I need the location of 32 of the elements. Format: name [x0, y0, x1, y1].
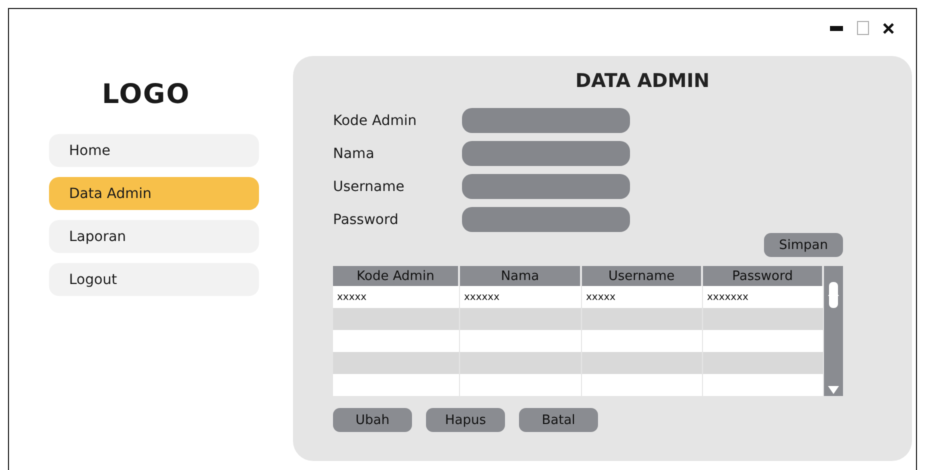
field-label: Kode Admin: [333, 112, 418, 128]
sidebar-item[interactable]: Laporan: [49, 220, 259, 253]
input-field[interactable]: [462, 207, 630, 232]
table-cell: xxxxx: [582, 286, 703, 308]
logo: LOGO: [102, 79, 190, 110]
column-header: Username: [582, 266, 703, 286]
field-label: Nama: [333, 146, 376, 162]
scrollbar-corner: [824, 266, 843, 286]
scroll-down-icon[interactable]: [828, 386, 839, 394]
close-icon[interactable]: [883, 22, 894, 34]
sidebar-item[interactable]: Logout: [49, 263, 259, 296]
table-cell: xxxxxxx: [703, 286, 824, 308]
input-field[interactable]: [462, 174, 630, 199]
field-label: Password: [333, 212, 400, 228]
column-header: Nama: [460, 266, 582, 286]
maximize-icon[interactable]: [857, 21, 869, 35]
panel-title: DATA ADMIN: [575, 70, 710, 92]
column-header: Password: [703, 266, 824, 286]
save-button[interactable]: Simpan: [764, 233, 843, 257]
column-header: Kode Admin: [333, 266, 460, 286]
action-button[interactable]: Batal: [519, 408, 598, 432]
field-label: Username: [333, 178, 406, 194]
action-button[interactable]: Hapus: [426, 408, 505, 432]
scrollbar-thumb[interactable]: [829, 282, 838, 308]
sidebar-item[interactable]: Home: [49, 134, 259, 167]
minimize-icon[interactable]: [830, 26, 843, 30]
sidebar-item[interactable]: Data Admin: [49, 177, 259, 210]
action-button[interactable]: Ubah: [333, 408, 412, 432]
table-cell: xxxxx: [333, 286, 460, 308]
table-cell: xxxxxx: [460, 286, 582, 308]
input-field[interactable]: [462, 141, 630, 166]
input-field[interactable]: [462, 108, 630, 133]
